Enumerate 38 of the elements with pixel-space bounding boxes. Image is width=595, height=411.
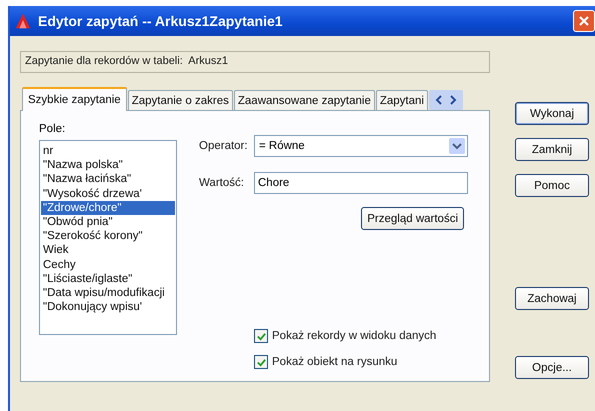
value-field[interactable]: Chore — [254, 172, 468, 194]
list-item[interactable]: Cechy — [41, 258, 175, 272]
tab-scroll-arrows[interactable] — [428, 90, 463, 110]
tab[interactable]: Zaawansowane zapytanie — [234, 90, 375, 110]
value-label: Wartość: — [199, 177, 245, 189]
list-item[interactable]: "Wysokość drzewa' — [41, 186, 175, 201]
operator-label: Operator: — [199, 140, 249, 152]
list-item[interactable]: Wiek — [41, 243, 175, 258]
checkbox[interactable] — [254, 355, 268, 369]
app-logo-icon — [14, 12, 32, 30]
tab[interactable]: Szybkie zapytanie — [22, 87, 127, 111]
info-text: Zapytanie dla rekordów w tabeli: Arkusz1 — [25, 55, 228, 67]
window-title: Edytor zapytań -- Arkusz1Zapytanie1 — [38, 13, 283, 29]
list-item[interactable]: "Nazwa łacińska" — [41, 172, 175, 187]
close-button[interactable] — [573, 10, 595, 32]
field-list-label: Pole: — [39, 123, 66, 135]
list-item[interactable]: "Nazwa polska" — [41, 158, 175, 172]
list-item[interactable]: "Szerokość korony" — [41, 229, 175, 244]
list-item[interactable]: "Obwód pnia" — [41, 215, 175, 230]
close-icon — [578, 15, 590, 27]
tab[interactable]: Zapytanie o zakres — [128, 90, 233, 110]
tab[interactable]: Zapytani — [376, 90, 428, 110]
list-item[interactable]: "Zdrowe/chore" — [41, 200, 175, 216]
browse-values-button[interactable]: Przegląd wartości — [361, 207, 464, 230]
list-item[interactable]: "Data wpisu/modufikacji — [41, 286, 175, 300]
checkbox-label: Pokaż rekordy w widoku danych — [272, 330, 436, 342]
dialog-button[interactable]: Wykonaj — [515, 102, 589, 125]
list-item[interactable]: "Dokonujący wpisu' — [41, 300, 175, 314]
list-item[interactable]: "Liściaste/iglaste" — [41, 272, 175, 286]
dialog-button[interactable]: Zachowaj — [515, 287, 589, 310]
operator-dropdown[interactable]: = Równe — [254, 135, 468, 157]
dialog-button[interactable]: Opcje... — [515, 356, 589, 379]
field-list[interactable]: nr "Nazwa polska" "Nazwa łacińska" "Wysokość drzewa' "Zdrowe/chore" "Obwód pnia" "Szerokość korony" Wiek Cechy "Liściaste/iglaste" "Data wpisu/modufikacji "Dokonujący wpisu' — [39, 140, 177, 335]
checkbox-label: Pokaż obiekt na rysunku — [272, 356, 398, 368]
checkbox[interactable] — [254, 329, 268, 343]
dialog-button[interactable]: Zamknij — [515, 138, 589, 161]
list-item[interactable]: nr — [41, 144, 175, 158]
dialog-button[interactable]: Pomoc — [515, 174, 589, 197]
